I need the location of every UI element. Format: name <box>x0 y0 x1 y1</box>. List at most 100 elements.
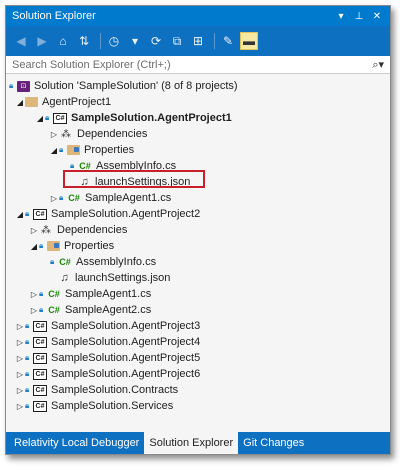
dropdown-icon[interactable]: ▾ <box>126 32 144 50</box>
expanded-arrow-icon[interactable]: ◢ <box>35 114 45 123</box>
sync-icon[interactable]: ⟳ <box>147 32 165 50</box>
back-icon[interactable]: ◀ <box>12 32 30 50</box>
window-title: Solution Explorer <box>12 10 96 22</box>
tree-item-p2-launchsettings[interactable]: ♫ launchSettings.json <box>6 270 390 286</box>
lock-icon: 🔒︎ <box>50 257 55 266</box>
json-file-icon: ♫ <box>60 272 69 284</box>
csharp-project-icon: C# <box>53 112 67 124</box>
tree-item-label: Dependencies <box>57 224 128 236</box>
forward-icon[interactable]: ▶ <box>33 32 51 50</box>
lock-icon: 🔒︎ <box>25 385 30 394</box>
tree-item-project5[interactable]: ▷ 🔒︎ C# SampleSolution.AgentProject5 <box>6 350 390 366</box>
csharp-file-icon: C# <box>48 305 60 315</box>
csharp-project-icon: C# <box>33 208 47 220</box>
lock-icon: 🔒︎ <box>25 209 30 218</box>
pin-icon[interactable]: ⊥ <box>352 11 366 22</box>
tree-item-contracts[interactable]: ▷ 🔒︎ C# SampleSolution.Contracts <box>6 382 390 398</box>
folder-icon <box>25 97 38 107</box>
preview-selected-items-icon[interactable]: ▬ <box>240 32 258 50</box>
lock-icon: 🔒︎ <box>9 81 14 90</box>
tree-item-p1-properties[interactable]: ◢ 🔒︎ Properties <box>6 142 390 158</box>
tree-item-label: SampleAgent1.cs <box>85 192 172 204</box>
csharp-file-icon: C# <box>68 193 80 203</box>
lock-icon: 🔒︎ <box>25 337 30 346</box>
collapsed-arrow-icon[interactable]: ▷ <box>15 370 25 379</box>
lock-icon: 🔒︎ <box>25 369 30 378</box>
close-icon[interactable]: ✕ <box>370 11 384 22</box>
tree-item-label: SampleAgent1.cs <box>65 288 152 300</box>
tree-item-agentproject1-folder[interactable]: ◢ AgentProject1 <box>6 94 390 110</box>
tree-item-label: SampleAgent2.cs <box>65 304 152 316</box>
tree-item-project6[interactable]: ▷ 🔒︎ C# SampleSolution.AgentProject6 <box>6 366 390 382</box>
collapsed-arrow-icon[interactable]: ▷ <box>15 386 25 395</box>
tree-item-solution[interactable]: 🔒︎ ⊡ Solution 'SampleSolution' (8 of 8 p… <box>6 78 390 94</box>
dropdown-icon[interactable]: ▾ <box>334 11 348 22</box>
tree-item-p1-dependencies[interactable]: ▷ ⁂ Dependencies <box>6 126 390 142</box>
lock-icon: 🔒︎ <box>45 113 50 122</box>
dependencies-icon: ⁂ <box>61 128 71 140</box>
tree-item-services[interactable]: ▷ 🔒︎ C# SampleSolution.Services <box>6 398 390 414</box>
lock-icon: 🔒︎ <box>25 401 30 410</box>
expanded-arrow-icon[interactable]: ◢ <box>29 242 39 251</box>
tree-item-project2[interactable]: ◢ 🔒︎ C# SampleSolution.AgentProject2 <box>6 206 390 222</box>
csharp-project-icon: C# <box>33 384 47 396</box>
tree-item-p2-assemblyinfo[interactable]: 🔒︎ C# AssemblyInfo.cs <box>6 254 390 270</box>
lock-icon: 🔒︎ <box>25 321 30 330</box>
tree-item-label: Properties <box>64 240 115 252</box>
collapsed-arrow-icon[interactable]: ▷ <box>15 338 25 347</box>
csharp-project-icon: C# <box>33 400 47 412</box>
tree-item-label: AssemblyInfo.cs <box>76 256 157 268</box>
expanded-arrow-icon[interactable]: ◢ <box>49 146 59 155</box>
tree-item-p2-properties[interactable]: ◢ 🔒︎ Properties <box>6 238 390 254</box>
solution-tree: 🔒︎ ⊡ Solution 'SampleSolution' (8 of 8 p… <box>6 76 390 432</box>
properties-wrench-icon[interactable]: ✎ <box>219 32 237 50</box>
tree-item-label: SampleSolution.Contracts <box>51 384 179 396</box>
lock-icon: 🔒︎ <box>59 145 64 154</box>
tree-item-label: SampleSolution.AgentProject4 <box>51 336 201 348</box>
tab-relativity-local-debugger[interactable]: Relativity Local Debugger <box>9 432 144 454</box>
tree-item-project1[interactable]: ◢ 🔒︎ C# SampleSolution.AgentProject1 <box>6 110 390 126</box>
collapsed-arrow-icon[interactable]: ▷ <box>29 290 39 299</box>
search-icon[interactable]: ⌕▾ <box>372 58 384 72</box>
tree-item-p2-sampleagent1[interactable]: ▷ 🔒︎ C# SampleAgent1.cs <box>6 286 390 302</box>
lock-icon: 🔒︎ <box>39 289 44 298</box>
collapsed-arrow-icon[interactable]: ▷ <box>15 322 25 331</box>
tree-item-label: SampleSolution.AgentProject6 <box>51 368 201 380</box>
tree-item-project4[interactable]: ▷ 🔒︎ C# SampleSolution.AgentProject4 <box>6 334 390 350</box>
properties-folder-icon <box>47 241 60 251</box>
tree-item-label: SampleSolution.AgentProject2 <box>51 208 201 220</box>
tree-item-label: Solution 'SampleSolution' (8 of 8 projec… <box>34 80 238 92</box>
title-bar: Solution Explorer ▾ ⊥ ✕ <box>6 6 390 26</box>
bottom-tab-strip: Relativity Local Debugger Solution Explo… <box>6 432 390 454</box>
search-input[interactable] <box>12 58 373 71</box>
collapsed-arrow-icon[interactable]: ▷ <box>49 194 59 203</box>
pending-changes-filter-icon[interactable]: ◷ <box>105 32 123 50</box>
collapsed-arrow-icon[interactable]: ▷ <box>29 306 39 315</box>
collapsed-arrow-icon[interactable]: ▷ <box>15 402 25 411</box>
tab-solution-explorer[interactable]: Solution Explorer <box>144 432 239 454</box>
search-bar: ⌕▾ <box>6 56 390 74</box>
collapse-all-icon[interactable]: ⧉ <box>168 32 186 50</box>
toolbar: ◀ ▶ ⌂ ⇅ ◷ ▾ ⟳ ⧉ ⊞ ✎ ▬ <box>6 26 390 56</box>
tree-item-project3[interactable]: ▷ 🔒︎ C# SampleSolution.AgentProject3 <box>6 318 390 334</box>
lock-icon: 🔒︎ <box>39 305 44 314</box>
tree-item-p2-sampleagent2[interactable]: ▷ 🔒︎ C# SampleAgent2.cs <box>6 302 390 318</box>
expanded-arrow-icon[interactable]: ◢ <box>15 210 25 219</box>
show-all-files-icon[interactable]: ⊞ <box>189 32 207 50</box>
collapsed-arrow-icon[interactable]: ▷ <box>15 354 25 363</box>
switch-views-icon[interactable]: ⇅ <box>75 32 93 50</box>
lock-icon: 🔒︎ <box>25 353 30 362</box>
tree-item-label: Properties <box>84 144 135 156</box>
tree-item-label: SampleSolution.AgentProject3 <box>51 320 201 332</box>
expanded-arrow-icon[interactable]: ◢ <box>15 98 25 107</box>
collapsed-arrow-icon[interactable]: ▷ <box>49 130 59 139</box>
tree-item-label: AgentProject1 <box>42 96 112 108</box>
tab-git-changes[interactable]: Git Changes <box>238 432 309 454</box>
home-icon[interactable]: ⌂ <box>54 32 72 50</box>
collapsed-arrow-icon[interactable]: ▷ <box>29 226 39 235</box>
tree-item-label: SampleSolution.Services <box>51 400 174 412</box>
csharp-project-icon: C# <box>33 368 47 380</box>
properties-folder-icon <box>67 145 80 155</box>
tree-item-p2-dependencies[interactable]: ▷ ⁂ Dependencies <box>6 222 390 238</box>
tree-item-p1-sampleagent1[interactable]: ▷ 🔒︎ C# SampleAgent1.cs <box>6 190 390 206</box>
